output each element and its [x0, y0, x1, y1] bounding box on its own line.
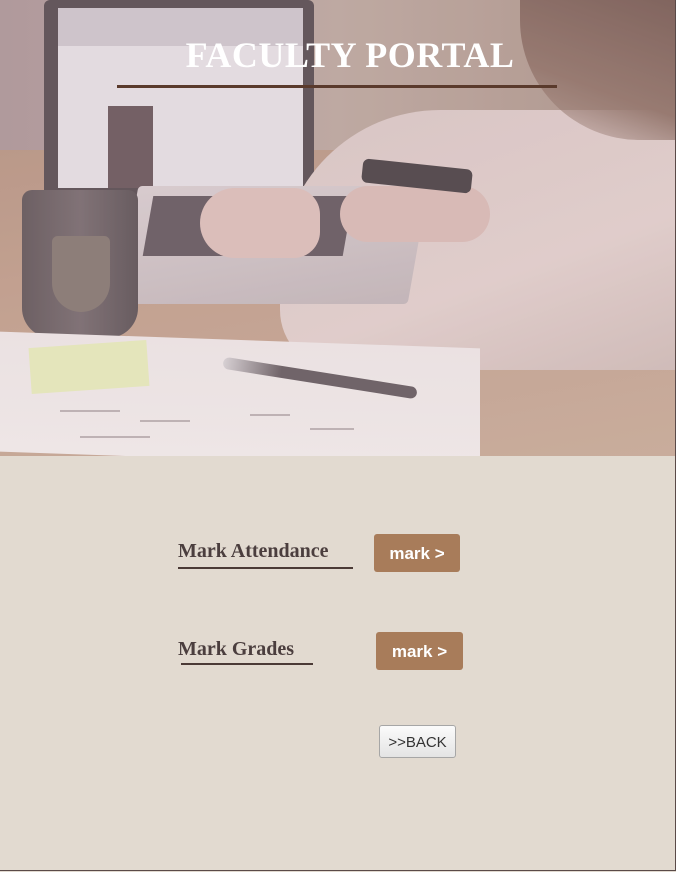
page-title: FACULTY PORTAL	[185, 35, 515, 75]
mark-grades-underline	[181, 663, 313, 665]
mark-attendance-underline	[178, 567, 353, 569]
mark-attendance-label: Mark Attendance	[178, 540, 329, 562]
mark-attendance-button[interactable]: mark >	[374, 534, 460, 572]
mark-grades-label: Mark Grades	[178, 638, 295, 660]
back-button[interactable]: >>BACK	[379, 725, 456, 758]
mark-grades-button[interactable]: mark >	[376, 632, 463, 670]
faculty-portal-window: FACULTY PORTAL Mark Attendance mark > Ma…	[0, 0, 676, 871]
title-underline	[117, 85, 557, 88]
